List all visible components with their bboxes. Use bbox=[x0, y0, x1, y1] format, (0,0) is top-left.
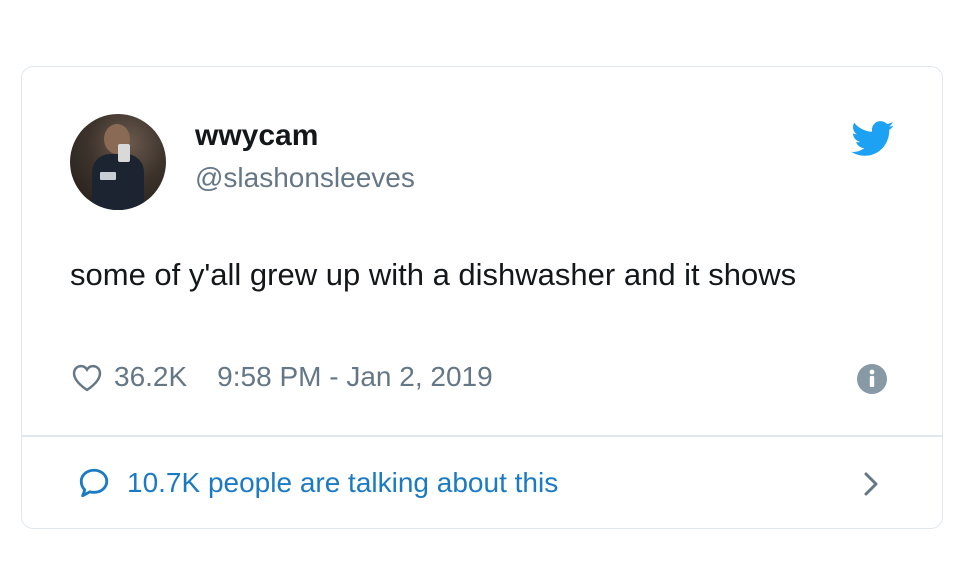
heart-icon[interactable] bbox=[70, 362, 104, 392]
conversation-link[interactable]: 10.7K people are talking about this bbox=[77, 463, 558, 503]
chevron-right-icon[interactable] bbox=[860, 469, 882, 499]
conversation-link-label: 10.7K people are talking about this bbox=[127, 467, 559, 498]
timestamp[interactable]: 9:58 PM - Jan 2, 2019 bbox=[217, 361, 493, 393]
like-count[interactable]: 36.2K bbox=[114, 361, 187, 393]
avatar[interactable] bbox=[70, 114, 166, 210]
user-name[interactable]: wwycam bbox=[195, 119, 318, 153]
divider bbox=[22, 435, 942, 437]
tweet-meta: 36.2K 9:58 PM - Jan 2, 2019 bbox=[70, 357, 493, 397]
tweet-text: some of y'all grew up with a dishwasher … bbox=[70, 257, 797, 292]
twitter-bird-icon[interactable] bbox=[851, 121, 895, 157]
tweet-card: wwycam @slashonsleeves some of y'all gre… bbox=[21, 66, 943, 529]
user-handle[interactable]: @slashonsleeves bbox=[195, 162, 415, 194]
speech-bubble-icon bbox=[79, 468, 109, 498]
info-icon[interactable] bbox=[856, 363, 888, 395]
